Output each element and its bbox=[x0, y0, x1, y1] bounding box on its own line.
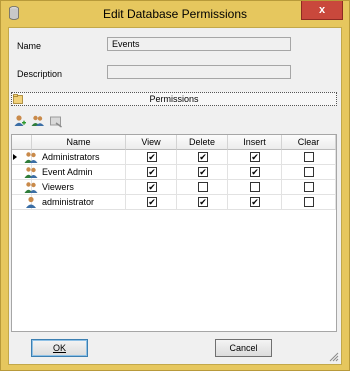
cell-clear bbox=[282, 150, 336, 165]
cell-name[interactable]: Event Admin bbox=[12, 165, 126, 180]
ok-button[interactable]: OK bbox=[31, 339, 88, 357]
remove-icon[interactable] bbox=[49, 114, 63, 128]
permissions-header[interactable]: Permissions bbox=[11, 92, 337, 106]
user-icon bbox=[26, 196, 36, 208]
cell-name-text: Administrators bbox=[42, 152, 100, 162]
insert-checkbox[interactable]: ✔ bbox=[250, 197, 260, 207]
table-row[interactable]: Administrators ✔ ✔ ✔ bbox=[12, 150, 336, 165]
group-icon bbox=[24, 152, 38, 163]
table-row[interactable]: Event Admin ✔ ✔ ✔ bbox=[12, 165, 336, 180]
close-icon: x bbox=[318, 4, 326, 16]
ok-button-label: OK bbox=[52, 343, 66, 353]
delete-checkbox[interactable]: ✔ bbox=[198, 197, 208, 207]
cell-clear bbox=[282, 195, 336, 210]
insert-checkbox[interactable]: ✔ bbox=[250, 167, 260, 177]
close-button[interactable]: x bbox=[301, 1, 343, 20]
add-group-icon[interactable] bbox=[31, 114, 45, 128]
cell-clear bbox=[282, 165, 336, 180]
cell-insert: ✔ bbox=[228, 165, 282, 180]
cell-delete bbox=[177, 180, 228, 195]
cell-name-text: Event Admin bbox=[42, 167, 93, 177]
cell-name-text: administrator bbox=[42, 197, 95, 207]
group-icon bbox=[24, 182, 38, 193]
resize-grip-icon[interactable] bbox=[329, 352, 339, 362]
view-checkbox[interactable]: ✔ bbox=[147, 182, 157, 192]
dialog-client: Name Events Description Permissions Name… bbox=[8, 27, 342, 365]
cell-name[interactable]: Administrators bbox=[12, 150, 126, 165]
clear-checkbox[interactable] bbox=[304, 152, 314, 162]
dialog-window: Edit Database Permissions x Name Events … bbox=[0, 0, 350, 371]
cell-view: ✔ bbox=[126, 150, 177, 165]
clear-checkbox[interactable] bbox=[304, 197, 314, 207]
permissions-grid: Name View Delete Insert Clear Administra… bbox=[11, 134, 337, 332]
window-title: Edit Database Permissions bbox=[102, 7, 248, 21]
name-label: Name bbox=[17, 41, 42, 51]
insert-checkbox[interactable] bbox=[250, 182, 260, 192]
permissions-title: Permissions bbox=[149, 94, 199, 104]
column-header-insert[interactable]: Insert bbox=[228, 135, 282, 150]
row-header-column bbox=[12, 135, 32, 150]
cell-view: ✔ bbox=[126, 195, 177, 210]
cell-clear bbox=[282, 180, 336, 195]
description-label: Description bbox=[17, 69, 63, 79]
delete-checkbox[interactable]: ✔ bbox=[198, 167, 208, 177]
add-user-icon[interactable] bbox=[13, 114, 27, 128]
delete-checkbox[interactable] bbox=[198, 182, 208, 192]
group-icon bbox=[24, 167, 38, 178]
cell-delete: ✔ bbox=[177, 165, 228, 180]
cell-insert bbox=[228, 180, 282, 195]
delete-checkbox[interactable]: ✔ bbox=[198, 152, 208, 162]
column-header-clear[interactable]: Clear bbox=[282, 135, 336, 150]
title-bar[interactable]: Edit Database Permissions x bbox=[1, 1, 349, 26]
cancel-button-label: Cancel bbox=[229, 343, 258, 353]
cell-insert: ✔ bbox=[228, 150, 282, 165]
cell-name-text: Viewers bbox=[42, 182, 74, 192]
description-field[interactable] bbox=[107, 65, 291, 79]
cell-name[interactable]: Viewers bbox=[12, 180, 126, 195]
cell-delete: ✔ bbox=[177, 195, 228, 210]
cell-insert: ✔ bbox=[228, 195, 282, 210]
view-checkbox[interactable]: ✔ bbox=[147, 152, 157, 162]
column-header-name[interactable]: Name bbox=[32, 135, 126, 150]
table-row[interactable]: Viewers ✔ bbox=[12, 180, 336, 195]
view-checkbox[interactable]: ✔ bbox=[147, 197, 157, 207]
cell-name[interactable]: administrator bbox=[12, 195, 126, 210]
name-field[interactable]: Events bbox=[107, 37, 291, 51]
cell-view: ✔ bbox=[126, 180, 177, 195]
view-checkbox[interactable]: ✔ bbox=[147, 167, 157, 177]
insert-checkbox[interactable]: ✔ bbox=[250, 152, 260, 162]
column-header-view[interactable]: View bbox=[126, 135, 177, 150]
cell-view: ✔ bbox=[126, 165, 177, 180]
clear-checkbox[interactable] bbox=[304, 167, 314, 177]
cell-delete: ✔ bbox=[177, 150, 228, 165]
table-row[interactable]: administrator ✔ ✔ ✔ bbox=[12, 195, 336, 210]
cancel-button[interactable]: Cancel bbox=[215, 339, 272, 357]
clear-checkbox[interactable] bbox=[304, 182, 314, 192]
column-header-delete[interactable]: Delete bbox=[177, 135, 228, 150]
